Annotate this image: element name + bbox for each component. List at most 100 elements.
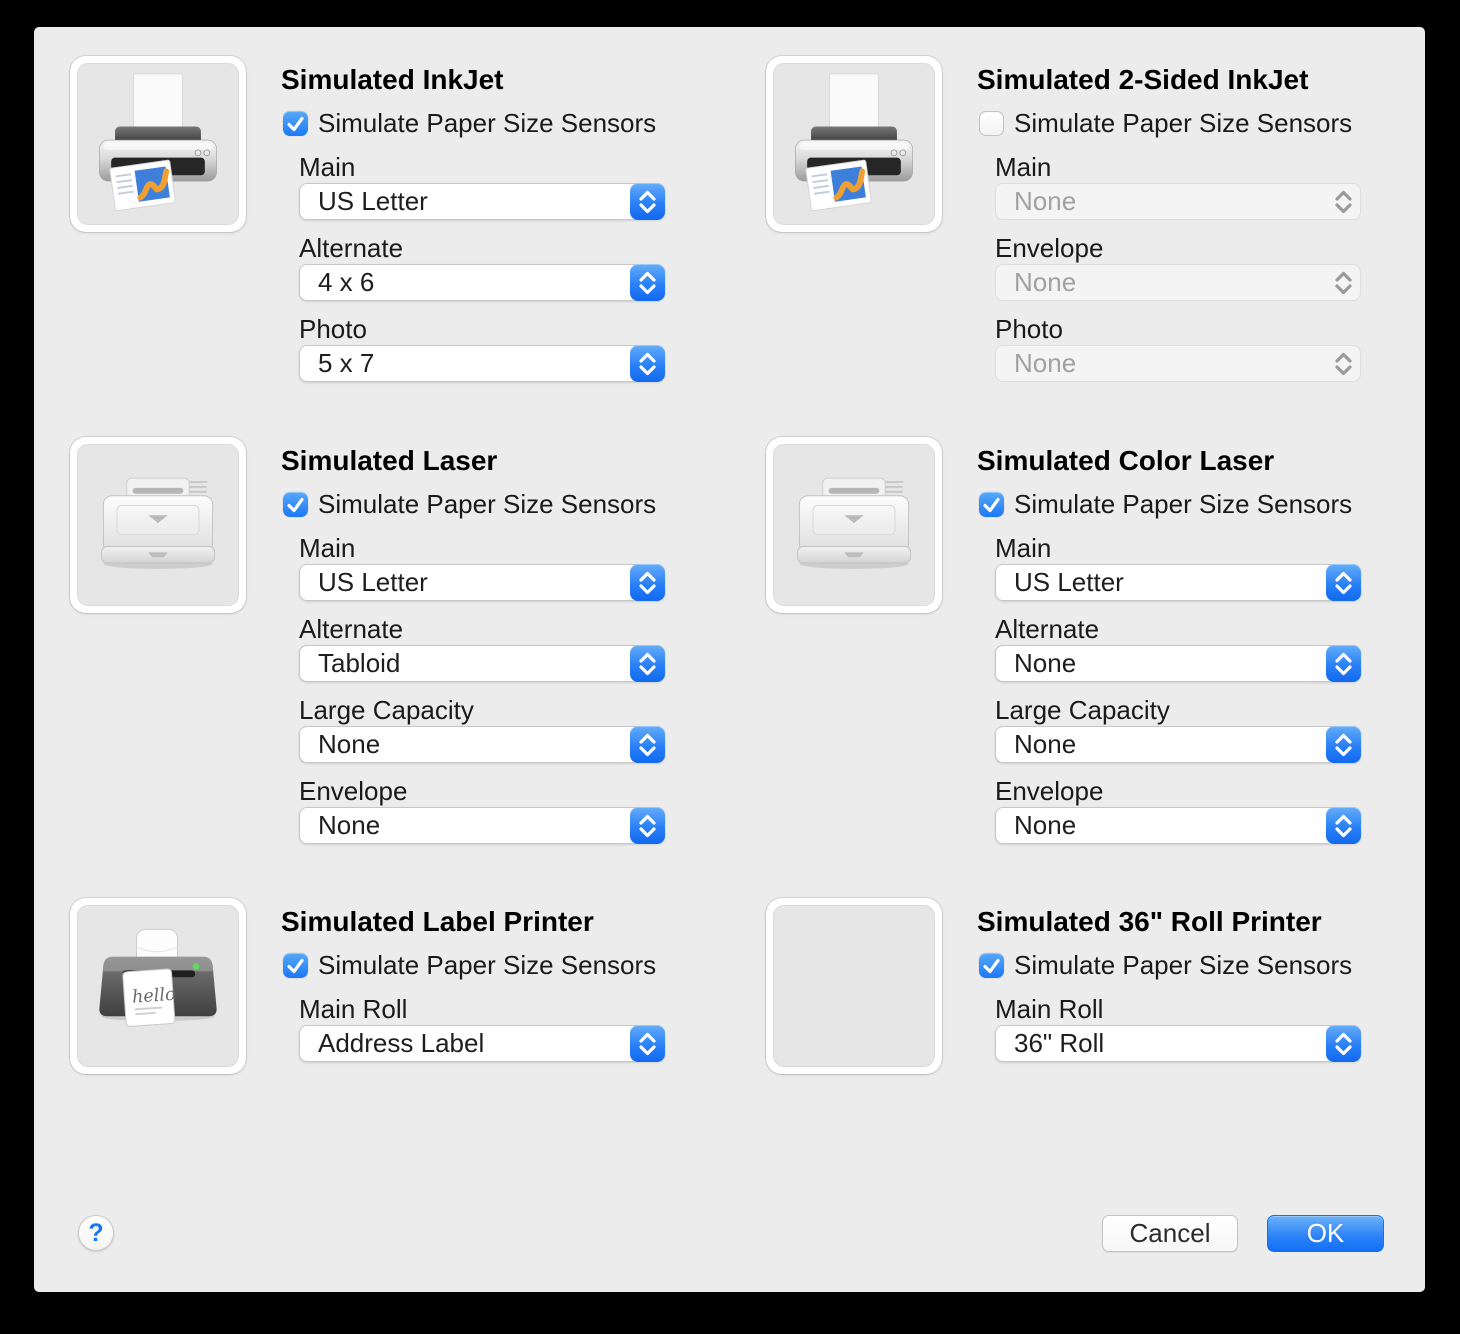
simulate-paper-size-sensors-checkbox[interactable] bbox=[979, 111, 1004, 136]
printer-title: Simulated Color Laser bbox=[977, 445, 1407, 477]
blank-printer-icon bbox=[773, 905, 935, 1067]
printer-icon-well bbox=[766, 437, 942, 613]
photo-tray-popup[interactable]: None bbox=[995, 345, 1361, 382]
popup-chevrons-icon bbox=[630, 564, 665, 601]
tray-label: Alternate bbox=[995, 614, 1407, 644]
popup-selected-value: 5 x 7 bbox=[300, 348, 374, 379]
main-tray-popup[interactable]: US Letter bbox=[299, 564, 665, 601]
main-tray-popup[interactable]: US Letter bbox=[995, 564, 1361, 601]
checkbox-label: Simulate Paper Size Sensors bbox=[1014, 489, 1352, 520]
tray-field: Large Capacity None bbox=[299, 695, 711, 763]
checkbox-label: Simulate Paper Size Sensors bbox=[318, 489, 656, 520]
popup-chevrons-icon bbox=[1326, 1025, 1361, 1062]
tray-field: Photo 5 x 7 bbox=[299, 314, 711, 382]
printer-icon-frame bbox=[77, 63, 239, 225]
popup-chevrons-icon bbox=[1326, 345, 1361, 382]
alternate-tray-popup[interactable]: 4 x 6 bbox=[299, 264, 665, 301]
printer-icon-well bbox=[70, 898, 246, 1074]
label-printer-icon bbox=[78, 906, 238, 1066]
tray-field: Main Roll Address Label bbox=[299, 994, 711, 1062]
tray-label: Main bbox=[995, 152, 1407, 182]
popup-selected-value: 36" Roll bbox=[996, 1028, 1104, 1059]
ok-button[interactable]: OK bbox=[1267, 1215, 1384, 1252]
printer-title: Simulated 36" Roll Printer bbox=[977, 906, 1407, 938]
popup-selected-value: None bbox=[996, 348, 1076, 379]
popup-chevrons-icon bbox=[630, 345, 665, 382]
tray-field: Alternate None bbox=[995, 614, 1407, 682]
main-roll-popup[interactable]: 36" Roll bbox=[995, 1025, 1361, 1062]
simulate-paper-size-sensors-checkbox[interactable] bbox=[979, 953, 1004, 978]
envelope-tray-popup[interactable]: None bbox=[299, 807, 665, 844]
popup-selected-value: None bbox=[996, 186, 1076, 217]
printer-title: Simulated Label Printer bbox=[281, 906, 711, 938]
tray-label: Main Roll bbox=[995, 994, 1407, 1024]
simulate-paper-size-sensors-checkbox[interactable] bbox=[283, 953, 308, 978]
tray-field: Envelope None bbox=[995, 233, 1407, 301]
checkbox-label: Simulate Paper Size Sensors bbox=[318, 108, 656, 139]
main-roll-popup[interactable]: Address Label bbox=[299, 1025, 665, 1062]
printer-title: Simulated Laser bbox=[281, 445, 711, 477]
help-button[interactable]: ? bbox=[78, 1215, 114, 1251]
tray-field: Large Capacity None bbox=[995, 695, 1407, 763]
tray-label: Main bbox=[995, 533, 1407, 563]
tray-field: Envelope None bbox=[299, 776, 711, 844]
printer-icon-well bbox=[70, 437, 246, 613]
tray-field: Main Roll 36" Roll bbox=[995, 994, 1407, 1062]
alternate-tray-popup[interactable]: Tabloid bbox=[299, 645, 665, 682]
alternate-tray-popup[interactable]: None bbox=[995, 645, 1361, 682]
laser-printer-icon bbox=[78, 445, 238, 605]
popup-selected-value: None bbox=[996, 729, 1076, 760]
simulate-paper-size-sensors-checkbox[interactable] bbox=[979, 492, 1004, 517]
simulate-paper-size-sensors-checkbox[interactable] bbox=[283, 492, 308, 517]
popup-chevrons-icon bbox=[1326, 183, 1361, 220]
laser-printer-icon bbox=[774, 445, 934, 605]
tray-field: Envelope None bbox=[995, 776, 1407, 844]
popup-selected-value: None bbox=[300, 810, 380, 841]
tray-field: Alternate Tabloid bbox=[299, 614, 711, 682]
popup-chevrons-icon bbox=[630, 726, 665, 763]
popup-selected-value: None bbox=[996, 648, 1076, 679]
tray-label: Envelope bbox=[995, 233, 1407, 263]
checkmark-icon bbox=[283, 953, 308, 978]
popup-selected-value: US Letter bbox=[300, 186, 428, 217]
checkmark-icon bbox=[283, 492, 308, 517]
printer-title: Simulated 2-Sided InkJet bbox=[977, 64, 1407, 96]
tray-label: Main bbox=[299, 152, 711, 182]
printer-icon-frame bbox=[773, 63, 935, 225]
tray-field: Main US Letter bbox=[299, 152, 711, 220]
tray-field: Main None bbox=[995, 152, 1407, 220]
photo-tray-popup[interactable]: 5 x 7 bbox=[299, 345, 665, 382]
inkjet-printer-icon bbox=[78, 64, 238, 224]
tray-field: Photo None bbox=[995, 314, 1407, 382]
tray-label: Large Capacity bbox=[995, 695, 1407, 725]
popup-selected-value: None bbox=[300, 729, 380, 760]
popup-selected-value: US Letter bbox=[300, 567, 428, 598]
checkbox-label: Simulate Paper Size Sensors bbox=[1014, 950, 1352, 981]
main-tray-popup[interactable]: None bbox=[995, 183, 1361, 220]
envelope-tray-popup[interactable]: None bbox=[995, 807, 1361, 844]
simulated-printers-dialog: Simulated InkJet Simulate Paper Size Sen… bbox=[34, 27, 1425, 1292]
tray-label: Photo bbox=[299, 314, 711, 344]
tray-label: Alternate bbox=[299, 614, 711, 644]
printer-icon-well bbox=[70, 56, 246, 232]
tray-label: Envelope bbox=[299, 776, 711, 806]
simulate-paper-size-sensors-checkbox[interactable] bbox=[283, 111, 308, 136]
tray-field: Main US Letter bbox=[995, 533, 1407, 601]
popup-chevrons-icon bbox=[1326, 645, 1361, 682]
popup-chevrons-icon bbox=[630, 1025, 665, 1062]
envelope-tray-popup[interactable]: None bbox=[995, 264, 1361, 301]
tray-label: Envelope bbox=[995, 776, 1407, 806]
popup-chevrons-icon bbox=[1326, 564, 1361, 601]
large-capacity-tray-popup[interactable]: None bbox=[299, 726, 665, 763]
checkmark-icon bbox=[283, 111, 308, 136]
popup-chevrons-icon bbox=[630, 807, 665, 844]
main-tray-popup[interactable]: US Letter bbox=[299, 183, 665, 220]
checkbox-label: Simulate Paper Size Sensors bbox=[318, 950, 656, 981]
tray-label: Alternate bbox=[299, 233, 711, 263]
checkmark-icon bbox=[979, 492, 1004, 517]
popup-selected-value: None bbox=[996, 267, 1076, 298]
large-capacity-tray-popup[interactable]: None bbox=[995, 726, 1361, 763]
popup-selected-value: US Letter bbox=[996, 567, 1124, 598]
cancel-button[interactable]: Cancel bbox=[1102, 1215, 1238, 1252]
tray-label: Photo bbox=[995, 314, 1407, 344]
